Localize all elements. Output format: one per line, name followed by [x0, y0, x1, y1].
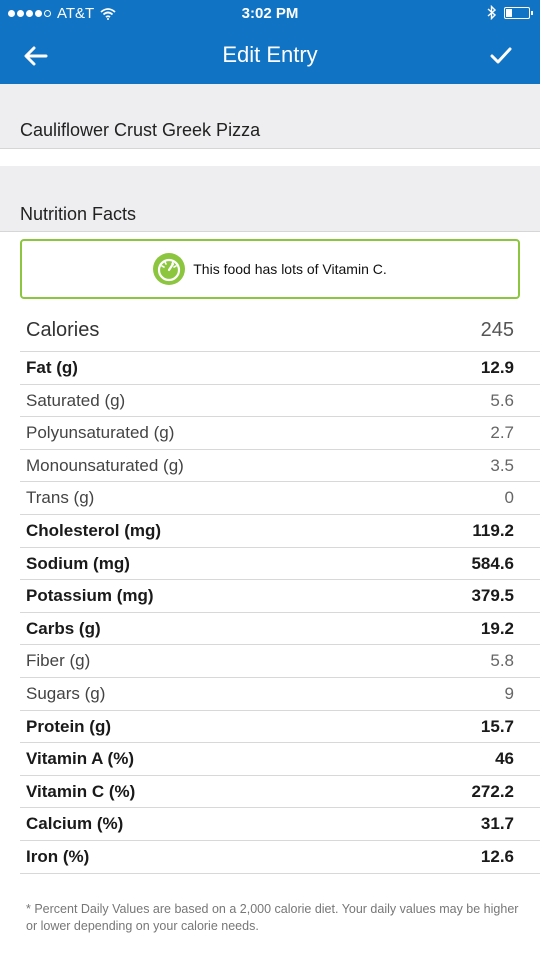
nutrition-facts-title: Nutrition Facts [20, 204, 137, 224]
nutrient-row: Fiber (g) 5.8 [20, 645, 540, 678]
nutrient-value: 31.7 [480, 814, 514, 834]
nutrient-value: 2.7 [490, 423, 514, 443]
nutrient-row: Iron (%) 12.6 [20, 841, 540, 874]
nutrient-value: 19.2 [480, 618, 514, 638]
nutrition-table: Calories 245 Fat (g) 12.9 Saturated (g) 5.6… [20, 310, 540, 874]
status-time: 3:02 PM [241, 5, 299, 22]
nutrient-row: Cholesterol (mg) 119.2 [20, 515, 540, 548]
page-title: Edit Entry [222, 42, 318, 67]
nutrient-label: Vitamin C (%) [26, 781, 136, 801]
nutrient-value: 12.6 [480, 846, 514, 866]
nutrient-value: 46 [495, 749, 514, 769]
app-header: AT&T 3:02 PM Edit Entry [0, 0, 540, 84]
scale-gauge-icon [153, 253, 186, 285]
nutrient-row: Potassium (mg) 379.5 [20, 580, 540, 613]
nutrient-row: Monounsaturated (g) 3.5 [20, 450, 540, 483]
nutrient-row: Sodium (mg) 584.6 [20, 548, 540, 581]
nutrient-label: Trans (g) [26, 488, 95, 508]
nutrient-label: Cholesterol (mg) [26, 520, 162, 540]
nutrient-label: Vitamin A (%) [26, 749, 134, 769]
nutrient-label: Fiber (g) [26, 651, 91, 671]
nutrient-row: Polyunsaturated (g) 2.7 [20, 417, 540, 450]
daily-values-footnote: * Percent Daily Values are based on a 2,… [26, 902, 519, 933]
food-name: Cauliflower Crust Greek Pizza [20, 120, 261, 140]
save-button[interactable] [484, 40, 518, 72]
nutrient-value: 15.7 [480, 716, 514, 736]
nutrient-label: Protein (g) [26, 716, 111, 736]
nutrient-label: Carbs (g) [26, 618, 101, 638]
nutrient-row: Carbs (g) 19.2 [20, 613, 540, 646]
nutrient-row: Sugars (g) 9 [20, 678, 540, 711]
nutrient-row: Vitamin C (%) 272.2 [20, 776, 540, 809]
nutrient-row: Calcium (%) 31.7 [20, 808, 540, 841]
nutrient-label: Monounsaturated (g) [26, 455, 184, 475]
nutrient-value: 12.9 [480, 358, 514, 377]
nutrient-value: 3.5 [490, 455, 514, 475]
nutrient-label: Potassium (mg) [26, 586, 154, 606]
nutrient-label: Fat (g) [26, 358, 78, 377]
nutrient-value: 119.2 [472, 520, 514, 540]
divider [0, 231, 540, 232]
nutrient-value: 272.2 [471, 781, 514, 801]
nutrient-value: 5.8 [490, 651, 514, 671]
bluetooth-icon [487, 5, 496, 20]
nutrient-value: 379.5 [471, 586, 514, 606]
nutrient-value: 584.6 [471, 553, 514, 573]
nutrient-value: 9 [504, 683, 514, 703]
nutrient-row: Trans (g) 0 [20, 482, 540, 515]
calories-row: Calories 245 [20, 310, 540, 352]
nutrient-label: Calcium (%) [26, 814, 124, 834]
nutrient-value: 5.6 [490, 390, 514, 410]
battery-icon [504, 6, 533, 19]
status-right [487, 5, 533, 20]
nutrient-label: Sodium (mg) [26, 553, 130, 573]
nutrient-label: Saturated (g) [26, 390, 126, 410]
nutrient-label: Iron (%) [26, 846, 90, 866]
checkmark-icon [490, 47, 512, 64]
nutrient-label: Sugars (g) [26, 683, 106, 703]
nutrient-row: Saturated (g) 5.6 [20, 385, 540, 418]
calories-label: Calories [26, 319, 100, 341]
nutrient-value: 0 [504, 488, 514, 508]
calories-value: 245 [480, 319, 514, 341]
nav-bar: Edit Entry [0, 30, 540, 84]
nutrient-row: Fat (g) 12.9 [20, 352, 540, 385]
highlight-text: This food has lots of Vitamin C. [193, 261, 387, 277]
nutrient-row: Protein (g) 15.7 [20, 711, 540, 744]
nutrient-highlight-banner: This food has lots of Vitamin C. [20, 239, 520, 299]
nutrient-label: Polyunsaturated (g) [26, 423, 175, 443]
food-detail-strip [0, 148, 540, 166]
status-bar: AT&T 3:02 PM [0, 0, 540, 30]
nutrient-row: Vitamin A (%) 46 [20, 743, 540, 776]
